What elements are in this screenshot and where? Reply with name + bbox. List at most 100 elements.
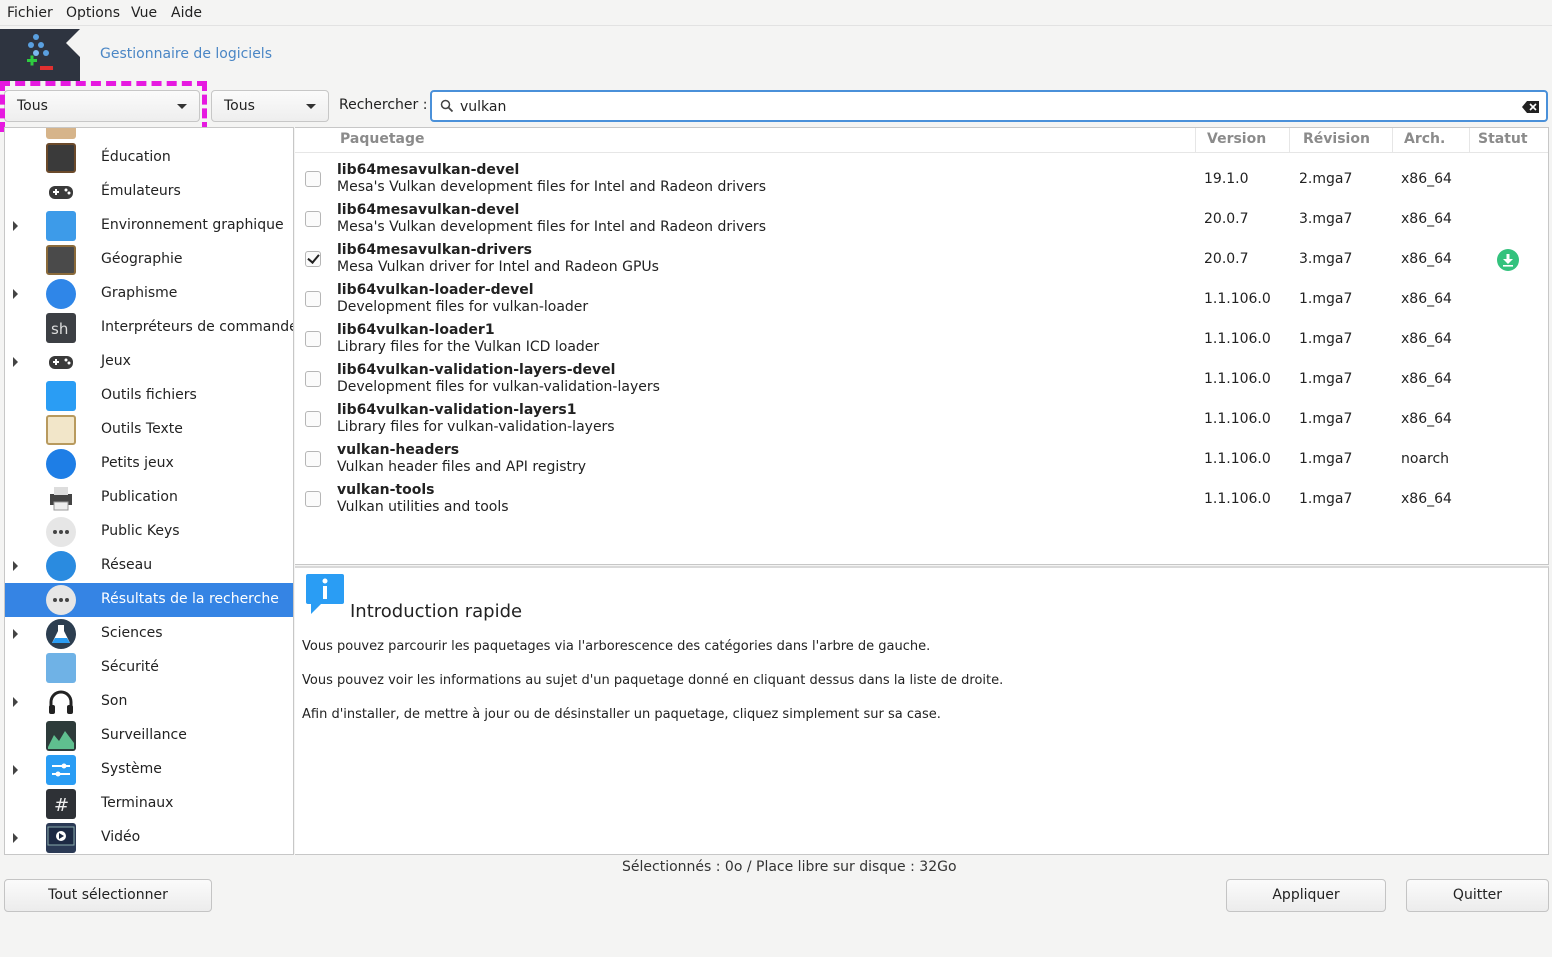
package-name: lib64vulkan-validation-layers1: [337, 402, 577, 418]
category-row[interactable]: Éducation: [5, 141, 293, 175]
column-header-revision[interactable]: Révision: [1303, 131, 1370, 147]
package-name: lib64vulkan-validation-layers-devel: [337, 362, 616, 378]
category-row[interactable]: Système: [5, 753, 293, 787]
search-icon: [440, 99, 454, 113]
package-row[interactable]: lib64vulkan-validation-layers1 Library fi…: [295, 399, 1548, 439]
column-header-status[interactable]: Statut: [1478, 131, 1528, 147]
expander-arrow-icon[interactable]: [13, 357, 18, 367]
expander-arrow-icon[interactable]: [13, 765, 18, 775]
status-line: Sélectionnés : 0o / Place libre sur disq…: [622, 859, 957, 875]
package-row[interactable]: lib64mesavulkan-devel Mesa's Vulkan devel…: [295, 159, 1548, 199]
category-row[interactable]: Sécurité: [5, 651, 293, 685]
package-row[interactable]: vulkan-tools Vulkan utilities and tools 1.…: [295, 479, 1548, 519]
package-description: Mesa Vulkan driver for Intel and Radeon …: [337, 259, 659, 275]
package-name: vulkan-headers: [337, 442, 460, 458]
filter-combo-2[interactable]: Tous: [211, 90, 329, 122]
package-name: lib64mesavulkan-devel: [337, 202, 520, 218]
info-paragraph-1: Vous pouvez parcourir les paquetages via…: [302, 639, 931, 654]
expander-arrow-icon[interactable]: [13, 289, 18, 299]
package-row[interactable]: lib64vulkan-loader1 Library files for the…: [295, 319, 1548, 359]
package-revision: 3.mga7: [1299, 251, 1353, 267]
menu-file[interactable]: Fichier: [7, 5, 53, 21]
package-checkbox[interactable]: [305, 251, 321, 267]
search-box[interactable]: [430, 90, 1548, 122]
expander-arrow-icon[interactable]: [13, 697, 18, 707]
category-icon: [46, 128, 76, 139]
package-description: Vulkan utilities and tools: [337, 499, 509, 515]
svg-text:sh: sh: [51, 320, 68, 338]
category-row-clipped[interactable]: [5, 128, 293, 141]
package-checkbox[interactable]: [305, 331, 321, 347]
package-checkbox[interactable]: [305, 291, 321, 307]
gamepad-icon: [46, 347, 76, 377]
more-icon: [46, 517, 76, 547]
category-row[interactable]: Environnement graphique: [5, 209, 293, 243]
package-arch: x86_64: [1401, 331, 1452, 347]
terminal-icon: #: [46, 789, 76, 819]
monitor-chart-icon: [46, 721, 76, 751]
package-description: Development files for vulkan-loader: [337, 299, 589, 315]
category-row[interactable]: Outils fichiers: [5, 379, 293, 413]
package-name: vulkan-tools: [337, 482, 435, 498]
category-row[interactable]: Outils Texte: [5, 413, 293, 447]
select-all-button[interactable]: Tout sélectionner: [4, 879, 212, 912]
category-row[interactable]: sh Interpréteurs de commandes: [5, 311, 293, 345]
headphones-icon: [46, 687, 76, 717]
category-label: Petits jeux: [101, 455, 174, 471]
package-revision: 1.mga7: [1299, 291, 1353, 307]
expander-arrow-icon[interactable]: [13, 561, 18, 571]
category-row[interactable]: Jeux: [5, 345, 293, 379]
package-row[interactable]: lib64vulkan-validation-layers-devel Devel…: [295, 359, 1548, 399]
package-description: Mesa's Vulkan development files for Inte…: [337, 219, 766, 235]
package-checkbox[interactable]: [305, 411, 321, 427]
package-revision: 3.mga7: [1299, 211, 1353, 227]
menu-view[interactable]: Vue: [131, 5, 157, 21]
package-list[interactable]: Paquetage Version Révision Arch. Statut …: [295, 127, 1549, 565]
small-games-icon: [46, 449, 76, 479]
search-input[interactable]: [460, 97, 1510, 117]
package-checkbox[interactable]: [305, 171, 321, 187]
package-checkbox[interactable]: [305, 491, 321, 507]
package-description: Library files for vulkan-validation-laye…: [337, 419, 615, 435]
category-row[interactable]: Réseau: [5, 549, 293, 583]
quit-button[interactable]: Quitter: [1406, 879, 1549, 912]
category-row[interactable]: Résultats de la recherche: [5, 583, 293, 617]
menu-help[interactable]: Aide: [171, 5, 202, 21]
package-checkbox[interactable]: [305, 371, 321, 387]
category-row[interactable]: Graphisme: [5, 277, 293, 311]
category-tree[interactable]: Éducation Émulateurs Environnement graphiq…: [4, 127, 294, 855]
filter-combo-1[interactable]: Tous: [4, 90, 200, 122]
column-header-version[interactable]: Version: [1207, 131, 1266, 147]
column-header-package[interactable]: Paquetage: [340, 131, 424, 147]
category-label: Surveillance: [101, 727, 187, 743]
category-row[interactable]: Émulateurs: [5, 175, 293, 209]
package-row[interactable]: lib64mesavulkan-drivers Mesa Vulkan drive…: [295, 239, 1548, 279]
package-row[interactable]: lib64vulkan-loader-devel Development file…: [295, 279, 1548, 319]
category-row[interactable]: Géographie: [5, 243, 293, 277]
category-row[interactable]: Son: [5, 685, 293, 719]
svg-text:#: #: [54, 795, 69, 816]
category-label: Géographie: [101, 251, 183, 267]
category-row[interactable]: Publication: [5, 481, 293, 515]
apply-button[interactable]: Appliquer: [1226, 879, 1386, 912]
expander-arrow-icon[interactable]: [13, 629, 18, 639]
info-paragraph-3: Afin d'installer, de mettre à jour ou de…: [302, 707, 941, 722]
package-arch: x86_64: [1401, 491, 1452, 507]
package-checkbox[interactable]: [305, 451, 321, 467]
expander-arrow-icon[interactable]: [13, 833, 18, 843]
category-row[interactable]: Sciences: [5, 617, 293, 651]
category-row[interactable]: Surveillance: [5, 719, 293, 753]
category-row[interactable]: Vidéo: [5, 821, 293, 854]
more-icon: [46, 585, 76, 615]
menu-options[interactable]: Options: [66, 5, 120, 21]
package-row[interactable]: lib64mesavulkan-devel Mesa's Vulkan devel…: [295, 199, 1548, 239]
filter-combo-2-value: Tous: [224, 98, 255, 114]
category-row[interactable]: # Terminaux: [5, 787, 293, 821]
column-header-arch[interactable]: Arch.: [1404, 131, 1445, 147]
package-row[interactable]: vulkan-headers Vulkan header files and AP…: [295, 439, 1548, 479]
category-row[interactable]: Petits jeux: [5, 447, 293, 481]
category-row[interactable]: Public Keys: [5, 515, 293, 549]
expander-arrow-icon[interactable]: [13, 221, 18, 231]
package-checkbox[interactable]: [305, 211, 321, 227]
clear-search-icon[interactable]: [1522, 100, 1540, 114]
